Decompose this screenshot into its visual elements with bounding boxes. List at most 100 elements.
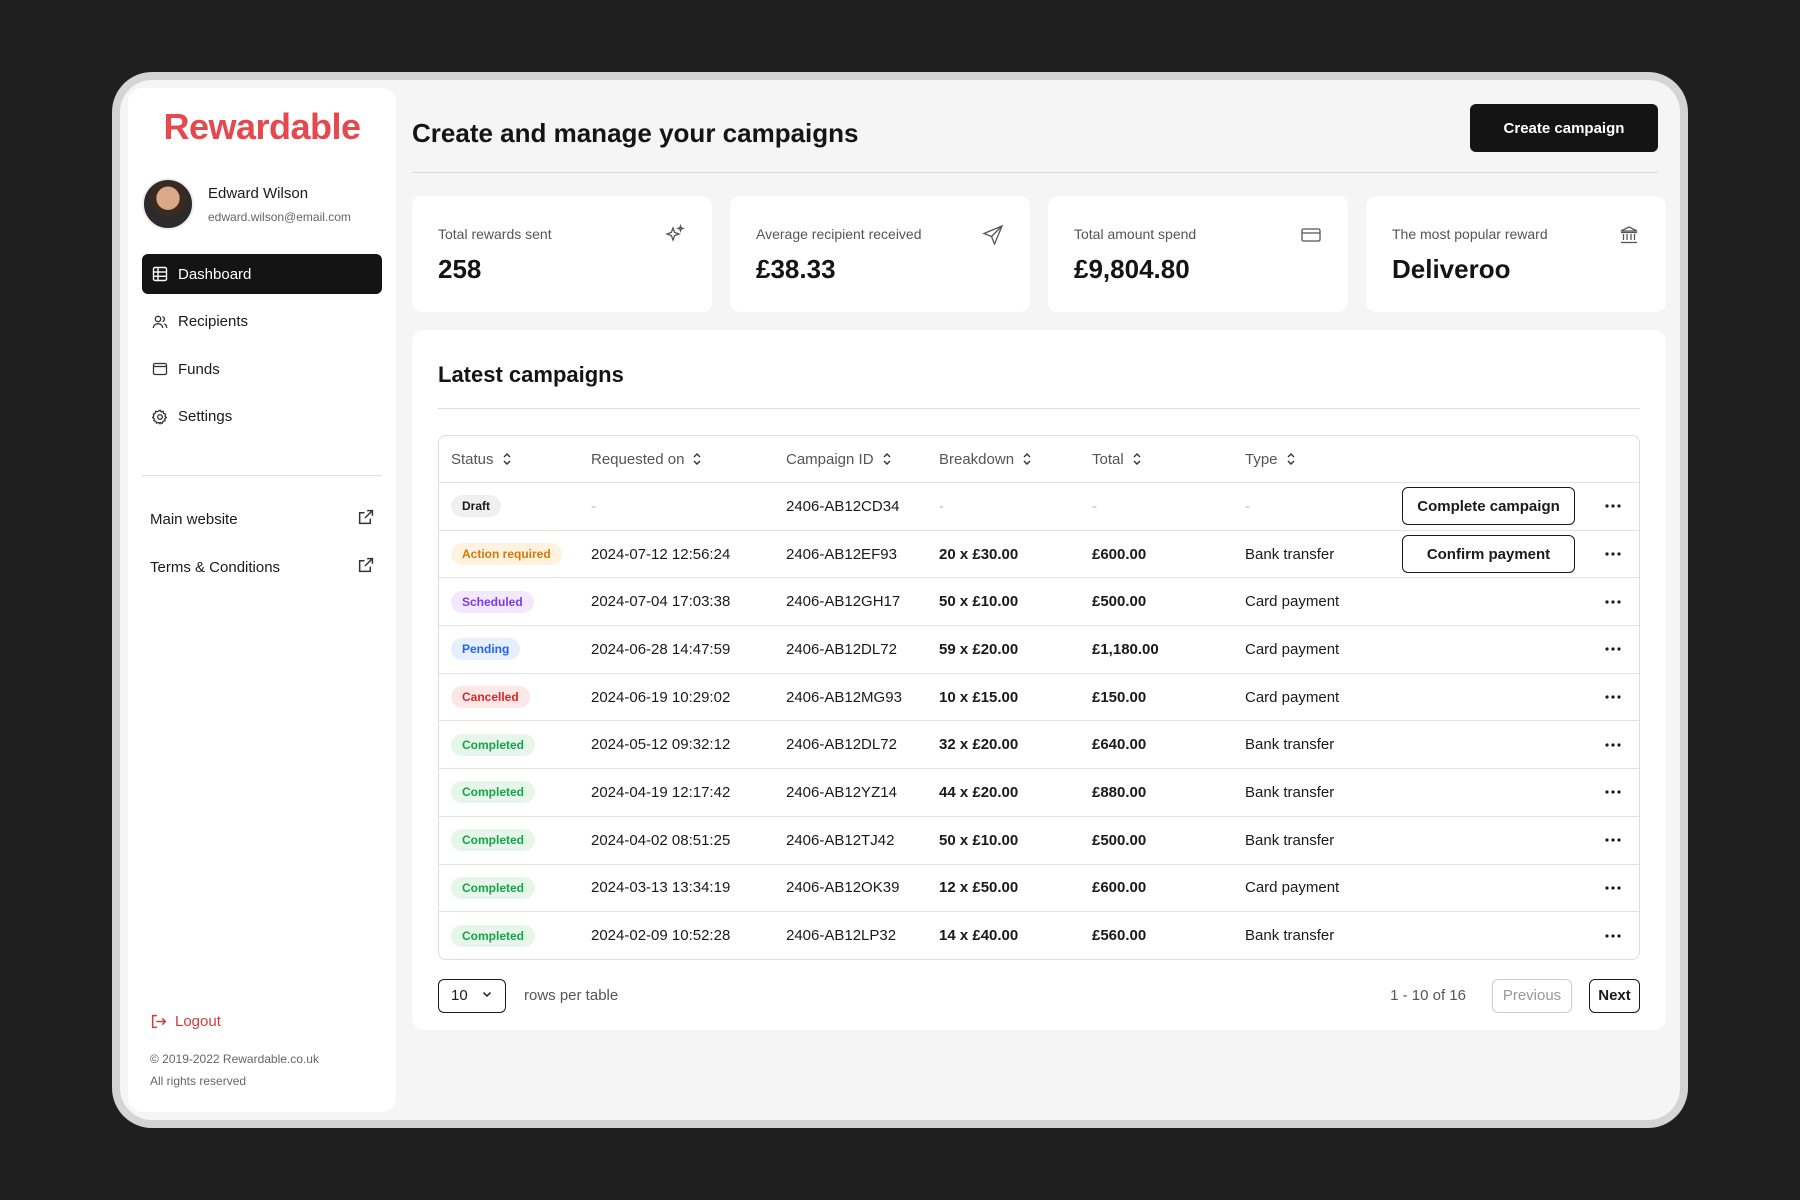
total-cell: £500.00 [1092,593,1147,611]
column-header-breakdown[interactable]: Breakdown [939,451,1092,468]
page-count: 1 - 10 of 16 [1390,987,1466,1005]
status-cell: Action required [439,543,591,566]
table-row[interactable]: Draft - 2406-AB12CD34 - - - Complete campaign [439,482,1639,530]
requested-cell: - [591,497,596,515]
more-options-icon[interactable] [1605,933,1621,938]
status-cell: Cancelled [439,686,591,709]
sort-icon [503,453,511,465]
more-options-icon[interactable] [1605,504,1621,508]
user-name: Edward Wilson [208,184,309,202]
status-cell: Completed [439,924,591,947]
panel-title: Latest campaigns [438,362,624,387]
stat-card-total-rewards: Total rewards sent 258 [412,196,712,312]
breakdown-cell: 50 x £10.00 [939,831,1019,849]
campaign-id-cell: 2406-AB12DL72 [786,736,897,754]
requested-cell: 2024-07-04 17:03:38 [591,593,731,611]
user-profile[interactable]: Edward Wilson edward.wilson@email.com [142,178,382,230]
table-row[interactable]: Completed 2024-03-13 13:34:19 2406-AB12OK3… [439,863,1639,912]
requested-cell: 2024-07-12 12:56:24 [591,545,731,563]
stat-value: Deliveroo [1392,254,1511,284]
more-options-icon[interactable] [1605,886,1621,890]
type-cell: Bank transfer [1245,927,1335,945]
rows-value: 10 [451,987,468,1005]
campaign-id-cell: 2406-AB12CD34 [786,497,900,515]
logout-button[interactable]: Logout [150,1013,221,1030]
requested-cell: 2024-04-02 08:51:25 [591,831,731,849]
sidebar-item-funds[interactable]: Funds [142,349,382,389]
previous-button[interactable]: Previous [1492,978,1572,1013]
status-cell: Completed [439,829,591,852]
more-options-icon[interactable] [1605,600,1621,604]
breakdown-cell: 32 x £20.00 [939,736,1019,754]
status-badge: Scheduled [451,590,534,613]
column-header-campaign-id[interactable]: Campaign ID [786,451,939,468]
row-action-button[interactable]: Complete campaign [1402,487,1575,526]
table-header-row: Status Requested on Campaign ID Breakdow… [439,436,1639,482]
send-icon [982,224,1004,246]
more-options-icon[interactable] [1605,790,1621,795]
sidebar-item-settings[interactable]: Settings [142,397,382,437]
stat-card-total-spend: Total amount spend £9,804.80 [1048,196,1348,312]
campaign-id-cell: 2406-AB12TJ42 [786,831,895,849]
table-row[interactable]: Scheduled 2024-07-04 17:03:38 2406-AB12GH1… [439,577,1639,625]
campaign-id-cell: 2406-AB12LP32 [786,927,897,945]
table-row[interactable]: Completed 2024-02-09 10:52:28 2406-AB12LP3… [439,911,1639,959]
more-options-icon[interactable] [1605,838,1621,842]
table-row[interactable]: Completed 2024-04-19 12:17:42 2406-AB12YZ1… [439,768,1639,816]
breakdown-cell: 59 x £20.00 [939,640,1019,658]
status-cell: Completed [439,876,591,899]
campaign-id-cell: 2406-AB12EF93 [786,545,897,563]
row-action-button[interactable]: Confirm payment [1402,535,1575,574]
card-icon [1300,224,1322,246]
status-badge: Completed [451,829,536,852]
column-header-requested[interactable]: Requested on [591,451,786,468]
table-row[interactable]: Completed 2024-05-12 09:32:12 2406-AB12DL7… [439,720,1639,768]
type-cell: Card payment [1245,640,1340,658]
table-row[interactable]: Pending 2024-06-28 14:47:59 2406-AB12DL72 5… [439,625,1639,673]
column-header-status[interactable]: Status [439,451,591,468]
rights-text: All rights reserved [150,1074,247,1088]
more-options-icon[interactable] [1605,695,1621,699]
sidebar-nav: Dashboard Recipients Funds Settings [142,254,382,437]
sidebar-item-dashboard[interactable]: Dashboard [142,254,382,294]
stat-card-popular-reward: The most popular reward Deliveroo [1366,196,1666,312]
terms-link[interactable]: Terms & Conditions [142,548,382,588]
table-row[interactable]: Cancelled 2024-06-19 10:29:02 2406-AB12MG9… [439,672,1639,721]
stat-label: Total rewards sent [438,226,552,242]
requested-cell: 2024-06-19 10:29:02 [591,688,731,706]
stats-row: Total rewards sent 258 Average recipient… [412,196,1666,312]
breakdown-cell: 50 x £10.00 [939,593,1019,611]
campaign-id-cell: 2406-AB12YZ14 [786,783,897,801]
more-options-icon[interactable] [1605,647,1621,652]
column-header-type[interactable]: Type [1245,451,1395,468]
external-link-icon [357,509,374,530]
table-row[interactable]: Action required 2024-07-12 12:56:24 2406-A… [439,529,1639,578]
rows-per-page-label: rows per table [524,987,619,1005]
status-badge: Completed [451,733,536,756]
total-cell: £150.00 [1092,688,1147,706]
column-header-total[interactable]: Total [1092,451,1245,468]
table-row[interactable]: Completed 2024-04-02 08:51:25 2406-AB12TJ4… [439,815,1639,864]
total-cell: £1,180.00 [1092,640,1159,658]
pagination: 10 rows per table 1 - 10 of 16 Previous … [438,978,1640,1014]
more-options-icon[interactable] [1605,743,1621,747]
requested-cell: 2024-02-09 10:52:28 [591,927,731,945]
type-cell: Card payment [1245,593,1340,611]
main-website-link[interactable]: Main website [142,500,382,540]
create-campaign-button[interactable]: Create campaign [1470,104,1658,152]
next-button[interactable]: Next [1589,978,1640,1013]
sidebar: Rewardable Edward Wilson edward.wilson@e… [128,88,396,1112]
device-frame: Rewardable Edward Wilson edward.wilson@e… [112,72,1688,1128]
sidebar-footer: © 2019-2022 Rewardable.co.uk All rights … [150,1048,319,1092]
brand-logo[interactable]: Rewardable [142,106,382,148]
stat-label: Total amount spend [1074,226,1197,242]
sidebar-item-label: Dashboard [178,265,252,283]
sidebar-item-recipients[interactable]: Recipients [142,302,382,342]
rows-per-page-select[interactable]: 10 [438,978,506,1013]
status-badge: Cancelled [451,686,530,709]
more-options-icon[interactable] [1605,552,1621,556]
type-cell: Card payment [1245,879,1340,897]
stat-card-average-received: Average recipient received £38.33 [730,196,1030,312]
stat-label: Average recipient received [756,226,922,242]
type-cell: Card payment [1245,688,1340,706]
